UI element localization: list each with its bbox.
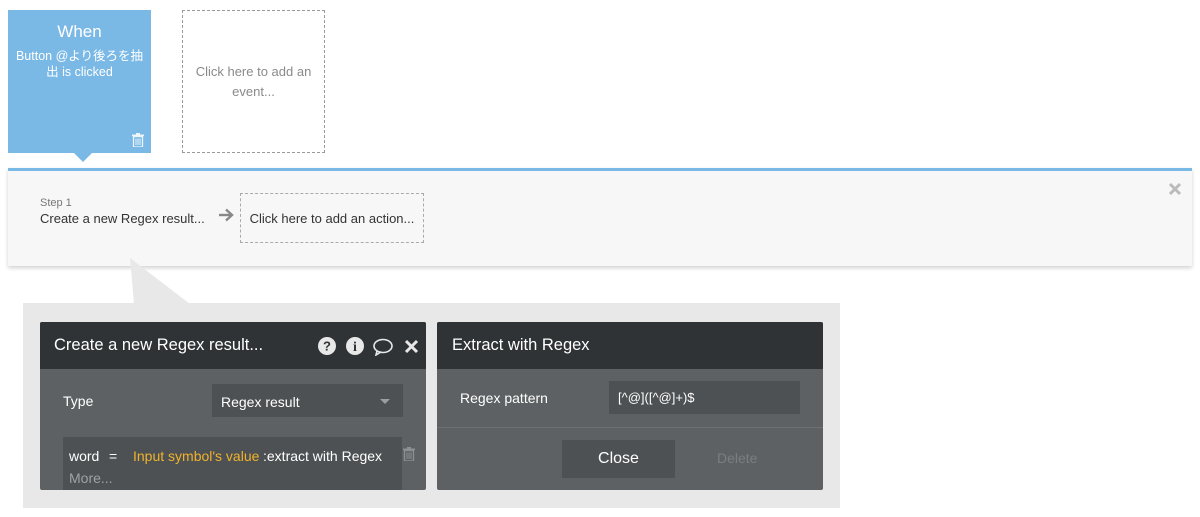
dynamic-expression[interactable]: Input symbol's value bbox=[133, 448, 259, 464]
expression-operator[interactable]: :extract with Regex bbox=[263, 448, 382, 464]
add-action-text: Click here to add an action... bbox=[249, 210, 415, 226]
event-description: Button @より後ろを抽出 is clicked bbox=[15, 49, 144, 79]
comment-icon[interactable] bbox=[373, 338, 393, 356]
divider bbox=[437, 427, 823, 428]
popup-pointer bbox=[130, 258, 190, 304]
type-label: Type bbox=[63, 393, 94, 409]
field-equals: = bbox=[109, 448, 118, 464]
event-pointer bbox=[74, 153, 92, 162]
add-event-card[interactable]: Click here to add an event... bbox=[182, 10, 325, 153]
type-select[interactable]: Regex result bbox=[212, 384, 403, 417]
regex-pattern-label: Regex pattern bbox=[460, 390, 548, 406]
more-link[interactable]: More... bbox=[69, 470, 113, 486]
regex-panel-title: Extract with Regex bbox=[452, 336, 590, 354]
close-button[interactable]: Close bbox=[562, 440, 675, 478]
event-card[interactable]: When Button @より後ろを抽出 is clicked bbox=[8, 10, 151, 153]
add-action-box[interactable]: Click here to add an action... bbox=[240, 193, 424, 243]
arrow-right-icon bbox=[219, 208, 234, 222]
svg-text:i: i bbox=[353, 340, 357, 355]
step-title[interactable]: Create a new Regex result... bbox=[40, 211, 205, 226]
action-panel-title: Create a new Regex result... bbox=[54, 336, 264, 354]
regex-pattern-input[interactable]: [^@]([^@]+)$ bbox=[609, 381, 800, 414]
step-label: Step 1 bbox=[40, 197, 72, 209]
info-icon[interactable]: i bbox=[346, 337, 364, 355]
field-key: word bbox=[69, 448, 100, 464]
delete-button[interactable]: Delete bbox=[717, 450, 757, 466]
trash-icon[interactable] bbox=[132, 133, 144, 147]
trash-icon[interactable] bbox=[403, 447, 415, 461]
close-button-label: Close bbox=[598, 450, 639, 467]
svg-text:?: ? bbox=[323, 339, 331, 354]
chevron-down-icon bbox=[380, 399, 390, 404]
help-icon[interactable]: ? bbox=[318, 337, 336, 355]
close-icon[interactable] bbox=[404, 339, 419, 354]
add-event-text: Click here to add an event... bbox=[195, 63, 312, 99]
close-icon[interactable] bbox=[1168, 182, 1182, 196]
event-when-label: When bbox=[57, 22, 102, 41]
